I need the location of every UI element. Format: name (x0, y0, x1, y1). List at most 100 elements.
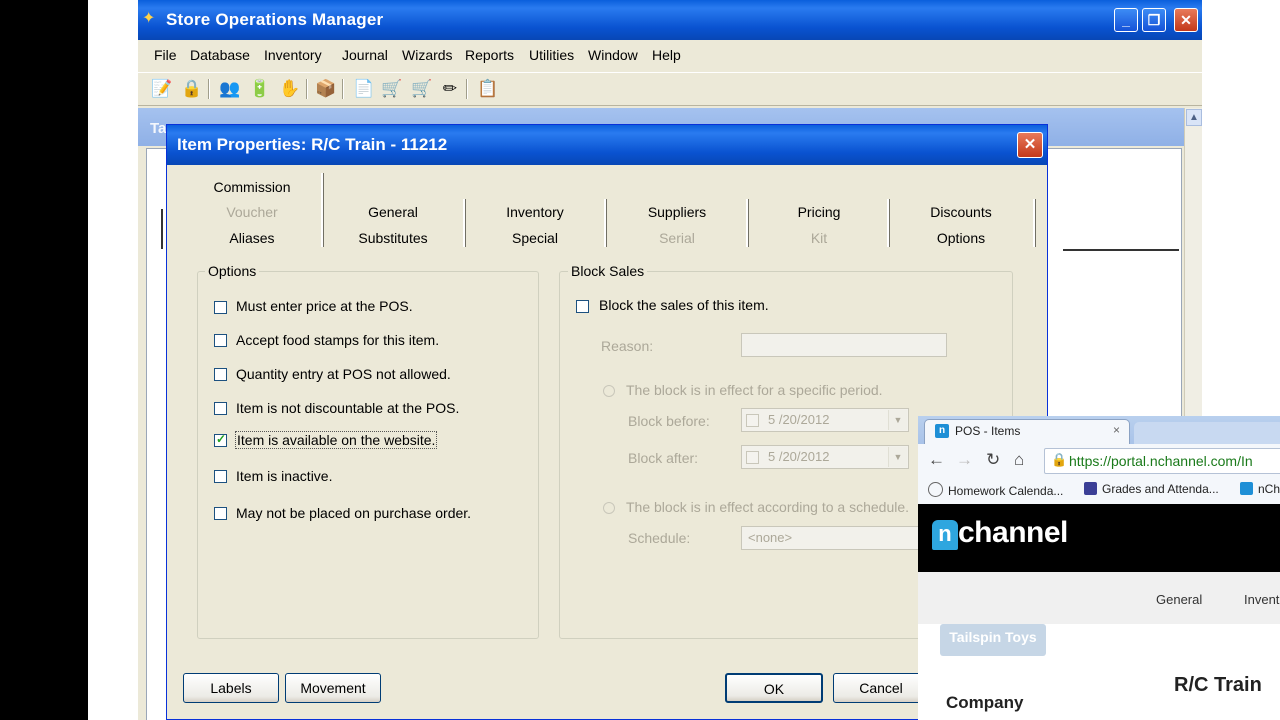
browser-tab-strip: n POS - Items × (918, 416, 1280, 444)
block-sales-checkbox[interactable] (576, 300, 589, 313)
tab-substitutes[interactable]: Substitutes (327, 230, 459, 246)
menu-window[interactable]: Window (588, 47, 638, 63)
quantity-entry-checkbox[interactable] (214, 368, 227, 381)
powerschool-icon (1084, 482, 1097, 495)
tab-special[interactable]: Special (467, 230, 603, 246)
browser-tab-inactive[interactable] (1134, 422, 1280, 444)
box-icon[interactable]: 📦 (314, 77, 338, 101)
block-before-date-field[interactable]: 5 /20/2012 ▼ (741, 408, 909, 432)
nav-inventory[interactable]: Invent (1244, 592, 1279, 607)
block-after-date-field[interactable]: 5 /20/2012 ▼ (741, 445, 909, 469)
tab-divider (1033, 199, 1036, 247)
battery-icon[interactable]: 🔋 (248, 77, 272, 101)
tab-suppliers[interactable]: Suppliers (609, 204, 745, 220)
pencil-icon[interactable]: ✏ (438, 77, 462, 101)
browser-toolbar: ← → ↻ ⌂ 🔒 https://portal.nchannel.com/In (918, 444, 1280, 478)
tab-options[interactable]: Options (893, 230, 1029, 246)
menu-utilities[interactable]: Utilities (529, 47, 574, 63)
reason-field[interactable] (741, 333, 947, 357)
dialog-title-bar[interactable]: Item Properties: R/C Train - 11212 ✕ (167, 125, 1047, 165)
bookmark-grades[interactable]: Grades and Attenda... (1084, 482, 1219, 496)
block-after-checkbox[interactable] (746, 451, 759, 464)
item-properties-dialog: Item Properties: R/C Train - 11212 ✕ Com… (166, 124, 1048, 720)
cancel-button[interactable]: Cancel (833, 673, 929, 703)
menu-database[interactable]: Database (190, 47, 250, 63)
main-title-bar[interactable]: ✦ Store Operations Manager _ ❐ ✕ (138, 0, 1202, 40)
scroll-up-button[interactable]: ▲ (1186, 109, 1202, 126)
forward-icon[interactable]: → (956, 450, 973, 470)
chevron-down-icon[interactable]: ▼ (888, 410, 907, 430)
store-tag[interactable]: Tailspin Toys (940, 624, 1046, 656)
schedule-field[interactable]: <none> (741, 526, 941, 550)
tab-divider (321, 173, 324, 247)
tab-divider (463, 199, 466, 247)
inactive-checkbox[interactable] (214, 470, 227, 483)
reason-label: Reason: (601, 338, 654, 354)
menu-bar: File Database Inventory Journal Wizards … (138, 42, 1202, 68)
minimize-button[interactable]: _ (1114, 8, 1138, 32)
labels-button[interactable]: Labels (183, 673, 279, 703)
tab-close-icon[interactable]: × (1113, 423, 1120, 437)
menu-wizards[interactable]: Wizards (402, 47, 453, 63)
tab-pricing[interactable]: Pricing (751, 204, 887, 220)
block-after-label: Block after: (628, 450, 699, 466)
dialog-title: Item Properties: R/C Train - 11212 (177, 135, 448, 154)
tab-general[interactable]: General (327, 204, 459, 220)
document-icon[interactable]: 📄 (352, 77, 376, 101)
tab-commission[interactable]: Commission (191, 179, 313, 195)
reload-icon[interactable]: ↻ (986, 450, 1000, 470)
menu-file[interactable]: File (154, 47, 177, 63)
dialog-close-button[interactable]: ✕ (1017, 132, 1043, 158)
bookmark-label: Grades and Attenda... (1102, 482, 1219, 496)
nchannel-favicon-icon: n (935, 424, 949, 438)
must-enter-price-label: Must enter price at the POS. (236, 298, 413, 314)
url-text: https://portal.nchannel.com/In (1069, 453, 1253, 469)
desktop-background-right (1202, 0, 1280, 420)
menu-reports[interactable]: Reports (465, 47, 514, 63)
home-icon[interactable]: ⌂ (1014, 450, 1024, 470)
close-button[interactable]: ✕ (1174, 8, 1198, 32)
address-bar[interactable]: 🔒 https://portal.nchannel.com/In (1044, 448, 1280, 474)
lock-icon[interactable]: 🔒 (180, 77, 204, 101)
bookmarks-bar: Homework Calenda... Grades and Attenda..… (918, 478, 1280, 505)
nav-general[interactable]: General (1156, 592, 1202, 607)
schedule-radio[interactable] (603, 502, 615, 514)
tab-aliases[interactable]: Aliases (191, 230, 313, 246)
must-enter-price-checkbox[interactable] (214, 301, 227, 314)
cart-in-icon[interactable]: 🛒 (380, 77, 404, 101)
child-window-title: Ta (150, 120, 167, 137)
browser-tab[interactable]: n POS - Items × (924, 419, 1130, 444)
nchannel-logo-mark: n (932, 520, 958, 550)
available-website-checkbox[interactable]: ✓ (214, 432, 227, 447)
menu-journal[interactable]: Journal (342, 47, 388, 63)
block-before-label: Block before: (628, 413, 710, 429)
food-stamps-checkbox[interactable] (214, 334, 227, 347)
app-icon: ✦ (142, 10, 156, 27)
not-discountable-checkbox[interactable] (214, 402, 227, 415)
block-before-value: 5 /20/2012 (768, 412, 830, 427)
item-title: R/C Train (1174, 674, 1262, 696)
hand-icon[interactable]: ✋ (278, 77, 302, 101)
period-radio-label: The block is in effect for a specific pe… (626, 382, 883, 398)
movement-button[interactable]: Movement (285, 673, 381, 703)
no-purchase-order-checkbox[interactable] (214, 507, 227, 520)
users-icon[interactable]: 👥 (218, 77, 242, 101)
block-before-checkbox[interactable] (746, 414, 759, 427)
vertical-scrollbar[interactable]: ▲ (1184, 108, 1202, 418)
bookmark-nchannel[interactable]: nCh (1240, 482, 1280, 496)
tab-inventory[interactable]: Inventory (467, 204, 603, 220)
tab-discounts[interactable]: Discounts (893, 204, 1029, 220)
nchannel-logo-text: channel (958, 516, 1068, 549)
company-label: Company (946, 693, 1024, 712)
maximize-button[interactable]: ❐ (1142, 8, 1166, 32)
export-icon[interactable]: 📝 (150, 77, 174, 101)
ok-button[interactable]: OK (725, 673, 823, 703)
back-icon[interactable]: ← (928, 450, 945, 470)
cart-out-icon[interactable]: 🛒 (410, 77, 434, 101)
bookmark-homework[interactable]: Homework Calenda... (928, 482, 1063, 498)
chevron-down-icon[interactable]: ▼ (888, 447, 907, 467)
clipboard-icon[interactable]: 📋 (476, 77, 500, 101)
menu-help[interactable]: Help (652, 47, 681, 63)
period-radio[interactable] (603, 385, 615, 397)
menu-inventory[interactable]: Inventory (264, 47, 322, 63)
